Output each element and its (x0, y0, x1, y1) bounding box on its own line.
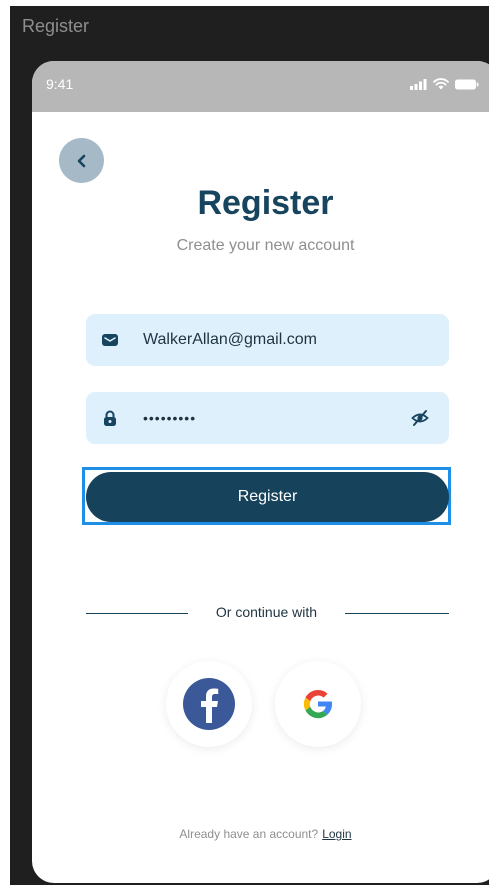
lock-icon (104, 410, 116, 426)
facebook-login-button[interactable] (166, 661, 252, 747)
signal-icon (410, 78, 427, 90)
battery-icon (455, 79, 479, 89)
password-field (86, 392, 449, 444)
email-input[interactable] (143, 314, 423, 366)
status-icons (410, 78, 479, 90)
page-title: Register (197, 184, 334, 222)
divider-line-left (86, 613, 188, 614)
register-button[interactable]: Register (86, 472, 449, 522)
password-input[interactable] (143, 392, 393, 444)
google-login-button[interactable] (275, 661, 361, 747)
status-bar: 9:41 (32, 61, 489, 112)
login-link[interactable]: Login (322, 827, 351, 841)
design-canvas: Register 9:41 Register Create your new a… (10, 6, 489, 885)
email-field (86, 314, 449, 366)
divider-text: Or continue with (215, 604, 318, 620)
back-button[interactable] (59, 138, 104, 183)
chevron-left-icon (77, 154, 85, 167)
page-subtitle: Create your new account (176, 237, 355, 254)
eye-off-icon[interactable] (411, 409, 429, 427)
facebook-icon (183, 678, 235, 730)
login-prompt-text: Already have an account? (179, 827, 319, 841)
mail-icon (102, 334, 118, 346)
divider-line-right (345, 613, 449, 614)
google-icon (303, 689, 333, 719)
frame-title: Register (22, 16, 90, 36)
status-time: 9:41 (46, 76, 74, 92)
phone-frame: 9:41 Register Create your new account Wa… (32, 61, 489, 883)
login-prompt: Already have an account? Login (32, 827, 489, 841)
wifi-icon (433, 78, 449, 90)
